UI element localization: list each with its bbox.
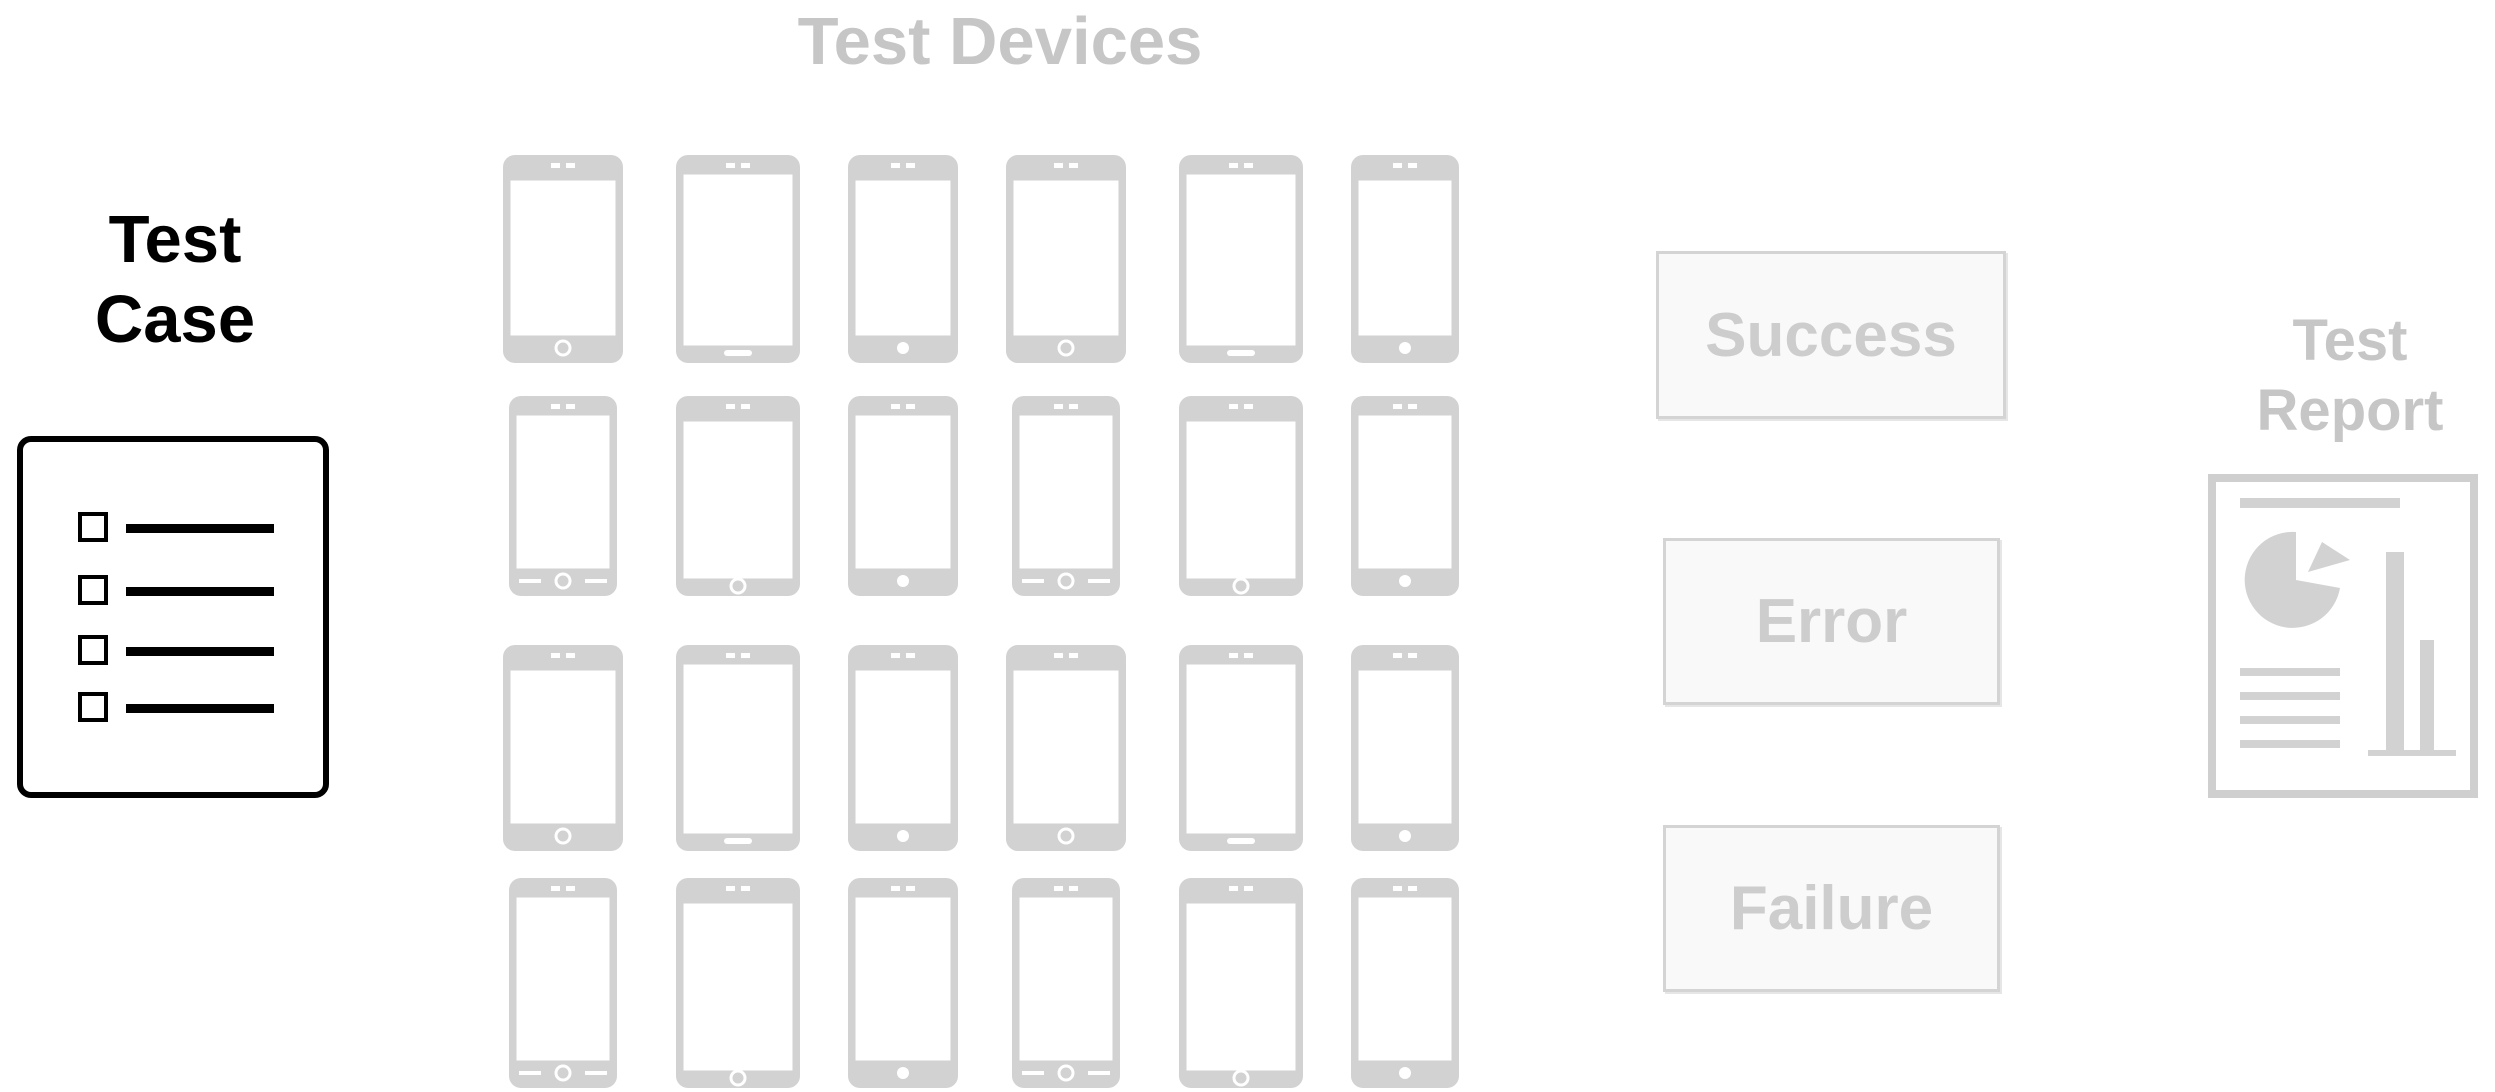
report-chart-icon (2208, 474, 2478, 798)
test-workflow-diagram: Test Case Test Devices Success Error Fai… (0, 0, 2495, 1092)
